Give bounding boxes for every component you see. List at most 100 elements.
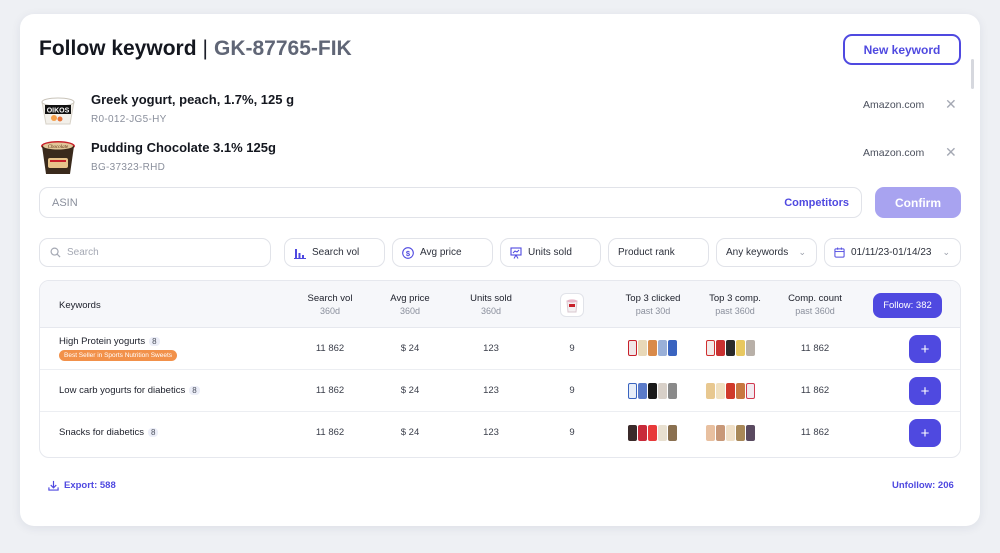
product-sku: BG-37323-RHD (91, 162, 166, 173)
header-label: Units sold (470, 293, 512, 304)
best-seller-badge: Best Seller in Sports Nutrition Sweets (59, 350, 178, 361)
plus-icon: + (920, 424, 930, 442)
product-thumb (716, 340, 725, 356)
add-keyword-button[interactable]: + (909, 419, 941, 447)
presentation-chart-icon (510, 246, 522, 259)
table-row: Snacks for diabetics 8 11 862 $ 24 123 9 … (40, 412, 960, 454)
product-thumb (716, 425, 725, 441)
rank-cell: 9 (569, 427, 575, 438)
header-sub: past 360d (715, 306, 755, 316)
filter-units-sold[interactable]: Units sold (500, 238, 601, 267)
product-thumb (658, 383, 667, 399)
download-icon (48, 480, 59, 491)
units-sold-cell: 123 (483, 343, 499, 354)
product-thumb (638, 340, 647, 356)
product-row: OIKOS Greek yogurt, peach, 1.7%, 125 g R… (39, 90, 959, 130)
header-search-vol[interactable]: Search vol 360d (302, 293, 358, 316)
product-thumb (736, 383, 745, 399)
keyword-count: 8 (149, 337, 160, 346)
filter-label: Avg price (420, 247, 462, 258)
add-keyword-button[interactable]: + (909, 377, 941, 405)
product-name: Greek yogurt, peach, 1.7%, 125 g (91, 92, 295, 107)
title-separator: | (202, 37, 208, 60)
filter-search-vol[interactable]: Search vol (284, 238, 385, 267)
date-range-picker[interactable]: 01/11/23-01/14/23 ⌄ (824, 238, 961, 267)
competitors-link[interactable]: Competitors (784, 197, 849, 209)
any-keywords-select[interactable]: Any keywords ⌄ (716, 238, 817, 267)
keyword-code: GK-87765-FIK (214, 37, 352, 60)
comp-count-cell: 11 862 (800, 427, 830, 438)
product-thumb (706, 383, 715, 399)
keyword-text: Snacks for diabetics (59, 427, 145, 438)
close-icon[interactable]: ✕ (945, 144, 957, 161)
product-thumb (628, 340, 637, 356)
header-label: Comp. count (788, 293, 842, 304)
product-thumbnail: Chocolate (39, 138, 77, 176)
header-label: Top 3 clicked (625, 293, 681, 304)
table-row: High Protein yogurts 8 Best Seller in Spo… (40, 328, 960, 370)
asin-input[interactable]: ASIN Competitors (39, 187, 862, 218)
search-vol-cell: 11 862 (315, 385, 345, 396)
calendar-icon (834, 247, 845, 258)
header-avg-price[interactable]: Avg price 360d (384, 293, 436, 316)
date-range-value: 01/11/23-01/14/23 (851, 247, 932, 258)
filter-product-rank[interactable]: Product rank (608, 238, 709, 267)
asin-placeholder: ASIN (52, 197, 78, 209)
confirm-button[interactable]: Confirm (875, 187, 961, 218)
header-units-sold[interactable]: Units sold 360d (464, 293, 518, 316)
top3-clicked-images (628, 425, 677, 441)
units-sold-cell: 123 (483, 427, 499, 438)
comp-count-cell: 11 862 (800, 385, 830, 396)
product-thumb (658, 340, 667, 356)
product-sku: R0-012-JG5-HY (91, 114, 167, 125)
product-thumb (668, 425, 677, 441)
search-icon (50, 247, 61, 258)
filter-avg-price[interactable]: $ Avg price (392, 238, 493, 267)
scrollbar[interactable] (971, 59, 974, 89)
product-thumb (658, 425, 667, 441)
header-sub: 360d (399, 306, 421, 316)
search-input[interactable]: Search (39, 238, 271, 267)
svg-text:Chocolate: Chocolate (48, 145, 69, 150)
header-product-image[interactable] (560, 293, 584, 317)
header-top3-clicked[interactable]: Top 3 clicked past 30d (620, 293, 686, 316)
yogurt-cup-icon (566, 299, 578, 313)
product-thumb (638, 383, 647, 399)
unfollow-button[interactable]: Unfollow: 206 (892, 480, 954, 491)
product-thumb (726, 425, 735, 441)
top3-comp-images (706, 383, 755, 399)
keyword-count: 8 (189, 386, 200, 395)
header-sub: 360d (480, 306, 502, 316)
new-keyword-button[interactable]: New keyword (843, 34, 961, 65)
header-top3-comp[interactable]: Top 3 comp. past 360d (702, 293, 768, 316)
svg-text:$: $ (406, 248, 411, 257)
header-keywords[interactable]: Keywords (59, 300, 101, 311)
header-sub: 360d (319, 306, 341, 316)
product-thumb (628, 425, 637, 441)
product-store: Amazon.com (863, 99, 925, 111)
filter-label: Search vol (312, 247, 360, 258)
keyword-cell: High Protein yogurts 8 (59, 336, 160, 347)
product-name: Pudding Chocolate 3.1% 125g (91, 140, 276, 155)
search-vol-cell: 11 862 (315, 427, 345, 438)
page-title: Follow keyword | GK-87765-FIK (39, 37, 352, 61)
filter-label: Product rank (618, 247, 675, 258)
product-thumbnail: OIKOS (39, 90, 77, 128)
add-keyword-button[interactable]: + (909, 335, 941, 363)
product-store: Amazon.com (863, 147, 925, 159)
bar-chart-icon (294, 248, 306, 259)
follow-button[interactable]: Follow: 382 (873, 293, 942, 318)
rank-cell: 9 (569, 385, 575, 396)
filter-label: Units sold (528, 247, 572, 258)
comp-count-cell: 11 862 (800, 343, 830, 354)
avg-price-cell: $ 24 (400, 427, 420, 438)
plus-icon: + (920, 340, 930, 358)
header-sub: past 30d (635, 306, 671, 316)
close-icon[interactable]: ✕ (945, 96, 957, 113)
export-button[interactable]: Export: 588 (48, 480, 116, 491)
title-text: Follow keyword (39, 37, 197, 60)
product-thumb (746, 425, 755, 441)
header-comp-count[interactable]: Comp. count past 360d (782, 293, 848, 316)
product-thumb (706, 340, 715, 356)
product-thumb (648, 340, 657, 356)
